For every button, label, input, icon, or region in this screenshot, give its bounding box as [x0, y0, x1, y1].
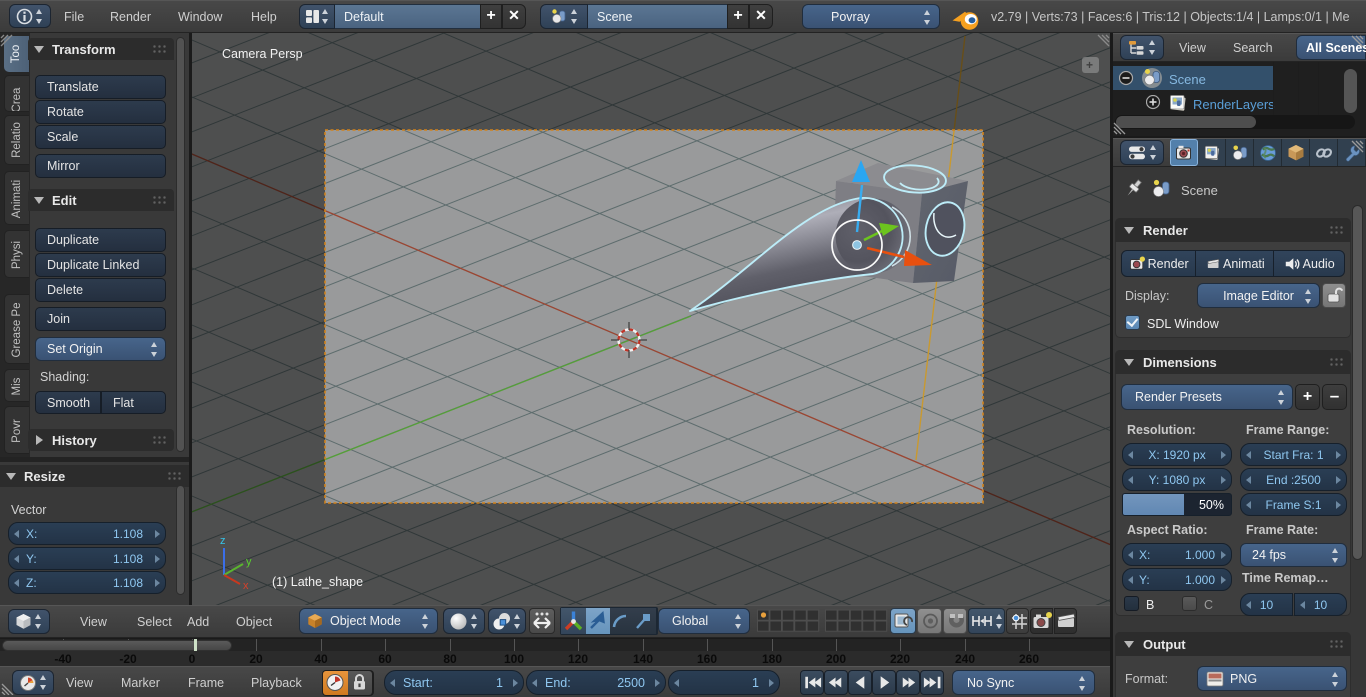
- svg-text:(1) Lathe_shape: (1) Lathe_shape: [272, 575, 363, 589]
- svg-text:z: z: [220, 535, 226, 547]
- svg-text:y: y: [246, 556, 252, 568]
- svg-text:+: +: [1086, 58, 1093, 72]
- svg-text:x: x: [243, 580, 249, 592]
- svg-text:Camera Persp: Camera Persp: [222, 47, 303, 61]
